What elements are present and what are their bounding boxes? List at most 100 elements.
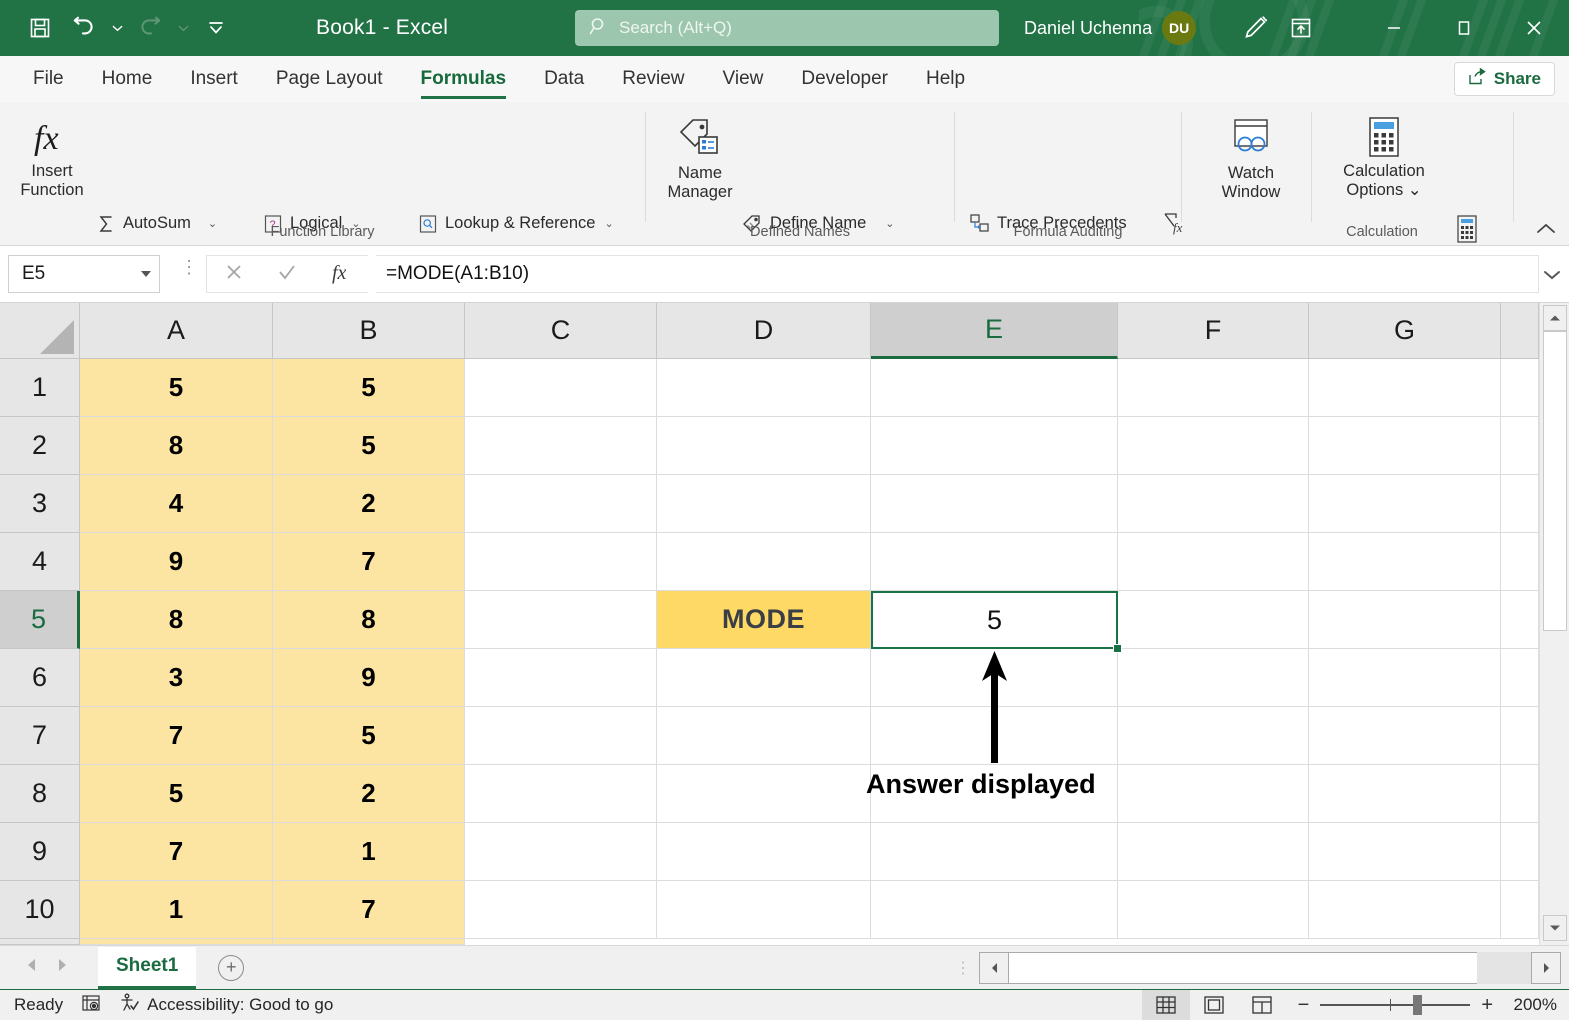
cell-G1[interactable]	[1309, 359, 1501, 417]
cell-B9[interactable]: 1	[273, 823, 465, 881]
zoom-slider-track[interactable]	[1320, 1004, 1470, 1006]
next-sheet-icon[interactable]	[56, 957, 70, 978]
cell-D3[interactable]	[657, 475, 871, 533]
cell-C9[interactable]	[465, 823, 657, 881]
cell-A9[interactable]: 7	[80, 823, 273, 881]
name-manager-button[interactable]: Name Manager	[654, 114, 746, 201]
zoom-slider-thumb[interactable]	[1413, 995, 1422, 1015]
scroll-right-button[interactable]	[1531, 952, 1561, 984]
cell-D5-mode-label[interactable]: MODE	[657, 591, 871, 649]
zoom-in-button[interactable]: +	[1481, 994, 1493, 1017]
cell-E9[interactable]	[871, 823, 1118, 881]
minimize-button[interactable]	[1359, 0, 1429, 56]
vertical-scrollbar-thumb[interactable]	[1543, 331, 1567, 631]
spreadsheet-grid[interactable]: A B C D E F G 1 2 3 4 5 6 7 8 9 10 5 8 4…	[0, 303, 1569, 945]
column-header-E[interactable]: E	[871, 303, 1118, 359]
formula-input[interactable]: =MODE(A1:B10)	[376, 255, 1539, 293]
account-info[interactable]: Daniel Uchenna DU	[1024, 0, 1196, 56]
row-header-4[interactable]: 4	[0, 533, 80, 591]
cell-D8[interactable]	[657, 765, 871, 823]
tab-data[interactable]: Data	[525, 56, 603, 102]
cell-E1[interactable]	[871, 359, 1118, 417]
undo-dropdown-chevron-icon[interactable]	[106, 8, 128, 48]
scroll-down-button[interactable]	[1543, 915, 1567, 941]
cell-A1[interactable]: 5	[80, 359, 273, 417]
cell-B2[interactable]: 5	[273, 417, 465, 475]
cell-A10[interactable]: 1	[80, 881, 273, 939]
cell-D6[interactable]	[657, 649, 871, 707]
share-button[interactable]: Share	[1454, 62, 1555, 96]
zoom-slider[interactable]: − +	[1298, 994, 1493, 1017]
cell-D4[interactable]	[657, 533, 871, 591]
row-header-6[interactable]: 6	[0, 649, 80, 707]
cell-B1[interactable]: 5	[273, 359, 465, 417]
cancel-icon[interactable]	[223, 261, 245, 288]
sheet-tab-sheet1[interactable]: Sheet1	[98, 947, 196, 989]
cell-F5[interactable]	[1118, 591, 1309, 649]
tab-help[interactable]: Help	[907, 56, 984, 102]
tab-formulas[interactable]: Formulas	[402, 56, 526, 102]
cell-B10[interactable]: 7	[273, 881, 465, 939]
name-box-chevron-down-icon[interactable]	[141, 271, 151, 277]
maximize-button[interactable]	[1429, 0, 1499, 56]
page-break-preview-icon[interactable]	[1238, 990, 1286, 1020]
add-sheet-icon[interactable]: +	[218, 955, 244, 981]
cell-D10[interactable]	[657, 881, 871, 939]
cell-H8[interactable]	[1501, 765, 1539, 823]
row-header-3[interactable]: 3	[0, 475, 80, 533]
row-header-2[interactable]: 2	[0, 417, 80, 475]
column-header-G[interactable]: G	[1309, 303, 1501, 359]
cell-D9[interactable]	[657, 823, 871, 881]
cell-C6[interactable]	[465, 649, 657, 707]
zoom-level[interactable]: 200%	[1501, 995, 1557, 1015]
fill-handle[interactable]	[1113, 644, 1122, 653]
row-header-5[interactable]: 5	[0, 591, 80, 649]
cell-H1[interactable]	[1501, 359, 1539, 417]
cell-G7[interactable]	[1309, 707, 1501, 765]
cell-E10[interactable]	[871, 881, 1118, 939]
column-header-F[interactable]: F	[1118, 303, 1309, 359]
tab-view[interactable]: View	[704, 56, 783, 102]
cell-F1[interactable]	[1118, 359, 1309, 417]
cell-G10[interactable]	[1309, 881, 1501, 939]
pen-draw-icon[interactable]	[1232, 0, 1278, 56]
undo-icon[interactable]	[62, 8, 106, 48]
select-all-corner[interactable]	[0, 303, 80, 359]
collapse-ribbon-icon[interactable]	[1535, 222, 1557, 241]
cell-B3[interactable]: 2	[273, 475, 465, 533]
cell-B5[interactable]: 8	[273, 591, 465, 649]
column-header-partial[interactable]	[1501, 303, 1539, 359]
cell-H2[interactable]	[1501, 417, 1539, 475]
calculate-now-button[interactable]	[1452, 214, 1482, 244]
tab-file[interactable]: File	[14, 56, 83, 102]
cell-A5[interactable]: 8	[80, 591, 273, 649]
cell-A8[interactable]: 5	[80, 765, 273, 823]
row-header-9[interactable]: 9	[0, 823, 80, 881]
cell-D1[interactable]	[657, 359, 871, 417]
cell-C4[interactable]	[465, 533, 657, 591]
selected-cell-E5[interactable]: 5	[871, 591, 1118, 649]
row-header-10[interactable]: 10	[0, 881, 80, 939]
cell-G8[interactable]	[1309, 765, 1501, 823]
cell-F8[interactable]	[1118, 765, 1309, 823]
normal-view-icon[interactable]	[1142, 990, 1190, 1020]
cell-C5[interactable]	[465, 591, 657, 649]
cell-F3[interactable]	[1118, 475, 1309, 533]
close-button[interactable]	[1499, 0, 1569, 56]
cell-C2[interactable]	[465, 417, 657, 475]
cell-E3[interactable]	[871, 475, 1118, 533]
tab-insert[interactable]: Insert	[171, 56, 257, 102]
cell-F2[interactable]	[1118, 417, 1309, 475]
cell-F6[interactable]	[1118, 649, 1309, 707]
cell-G9[interactable]	[1309, 823, 1501, 881]
cell-H9[interactable]	[1501, 823, 1539, 881]
cell-D2[interactable]	[657, 417, 871, 475]
insert-function-fx-icon[interactable]: fx	[329, 260, 353, 289]
tab-home[interactable]: Home	[83, 56, 172, 102]
column-header-A[interactable]: A	[80, 303, 273, 359]
cell-C10[interactable]	[465, 881, 657, 939]
save-icon[interactable]	[18, 8, 62, 48]
cell-F7[interactable]	[1118, 707, 1309, 765]
cell-F4[interactable]	[1118, 533, 1309, 591]
ribbon-display-options-icon[interactable]	[1278, 0, 1324, 56]
